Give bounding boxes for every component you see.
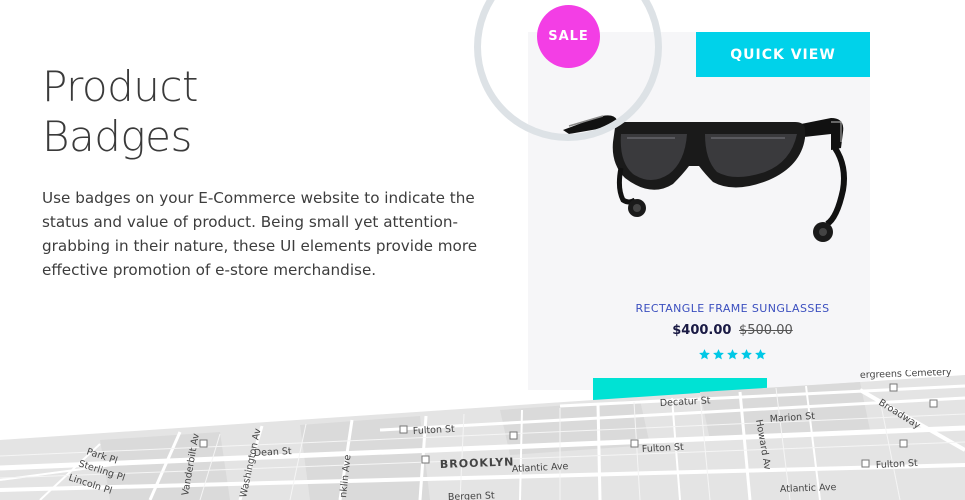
right-earbud-cable — [825, 146, 847, 227]
product-name-link[interactable]: RECTANGLE FRAME SUNGLASSES — [595, 302, 870, 315]
star-icon — [741, 349, 752, 360]
star-icon — [727, 349, 738, 360]
star-icon — [699, 349, 710, 360]
price-row: $400.00 $500.00 — [595, 323, 870, 338]
description-text: Use badges on your E-Commerce website to… — [42, 189, 478, 279]
sale-badge: SALE — [537, 5, 600, 68]
map-label-fulton-1: Fulton St — [413, 424, 456, 437]
map-label-brooklyn: BROOKLYN — [440, 455, 515, 471]
current-price: $400.00 — [672, 323, 732, 338]
star-rating — [595, 348, 870, 361]
map-label-fulton-3: Fulton St — [876, 458, 919, 471]
map-label-fulton-2: Fulton St — [642, 442, 685, 455]
old-price: $500.00 — [738, 323, 793, 338]
quick-view-button[interactable]: QUICK VIEW — [696, 32, 870, 77]
star-icon — [713, 349, 724, 360]
star-icon — [755, 349, 766, 360]
map-label-bergen: Bergen St — [448, 490, 495, 500]
page-title-line-1: Product — [42, 62, 198, 111]
page-title-line-2: Badges — [42, 112, 192, 161]
map-label-atlantic-2: Atlantic Ave — [780, 482, 837, 495]
page-title: Product Badges — [42, 62, 198, 162]
map[interactable]: Decatur St Howard Av Marion St Broadway … — [0, 370, 965, 500]
